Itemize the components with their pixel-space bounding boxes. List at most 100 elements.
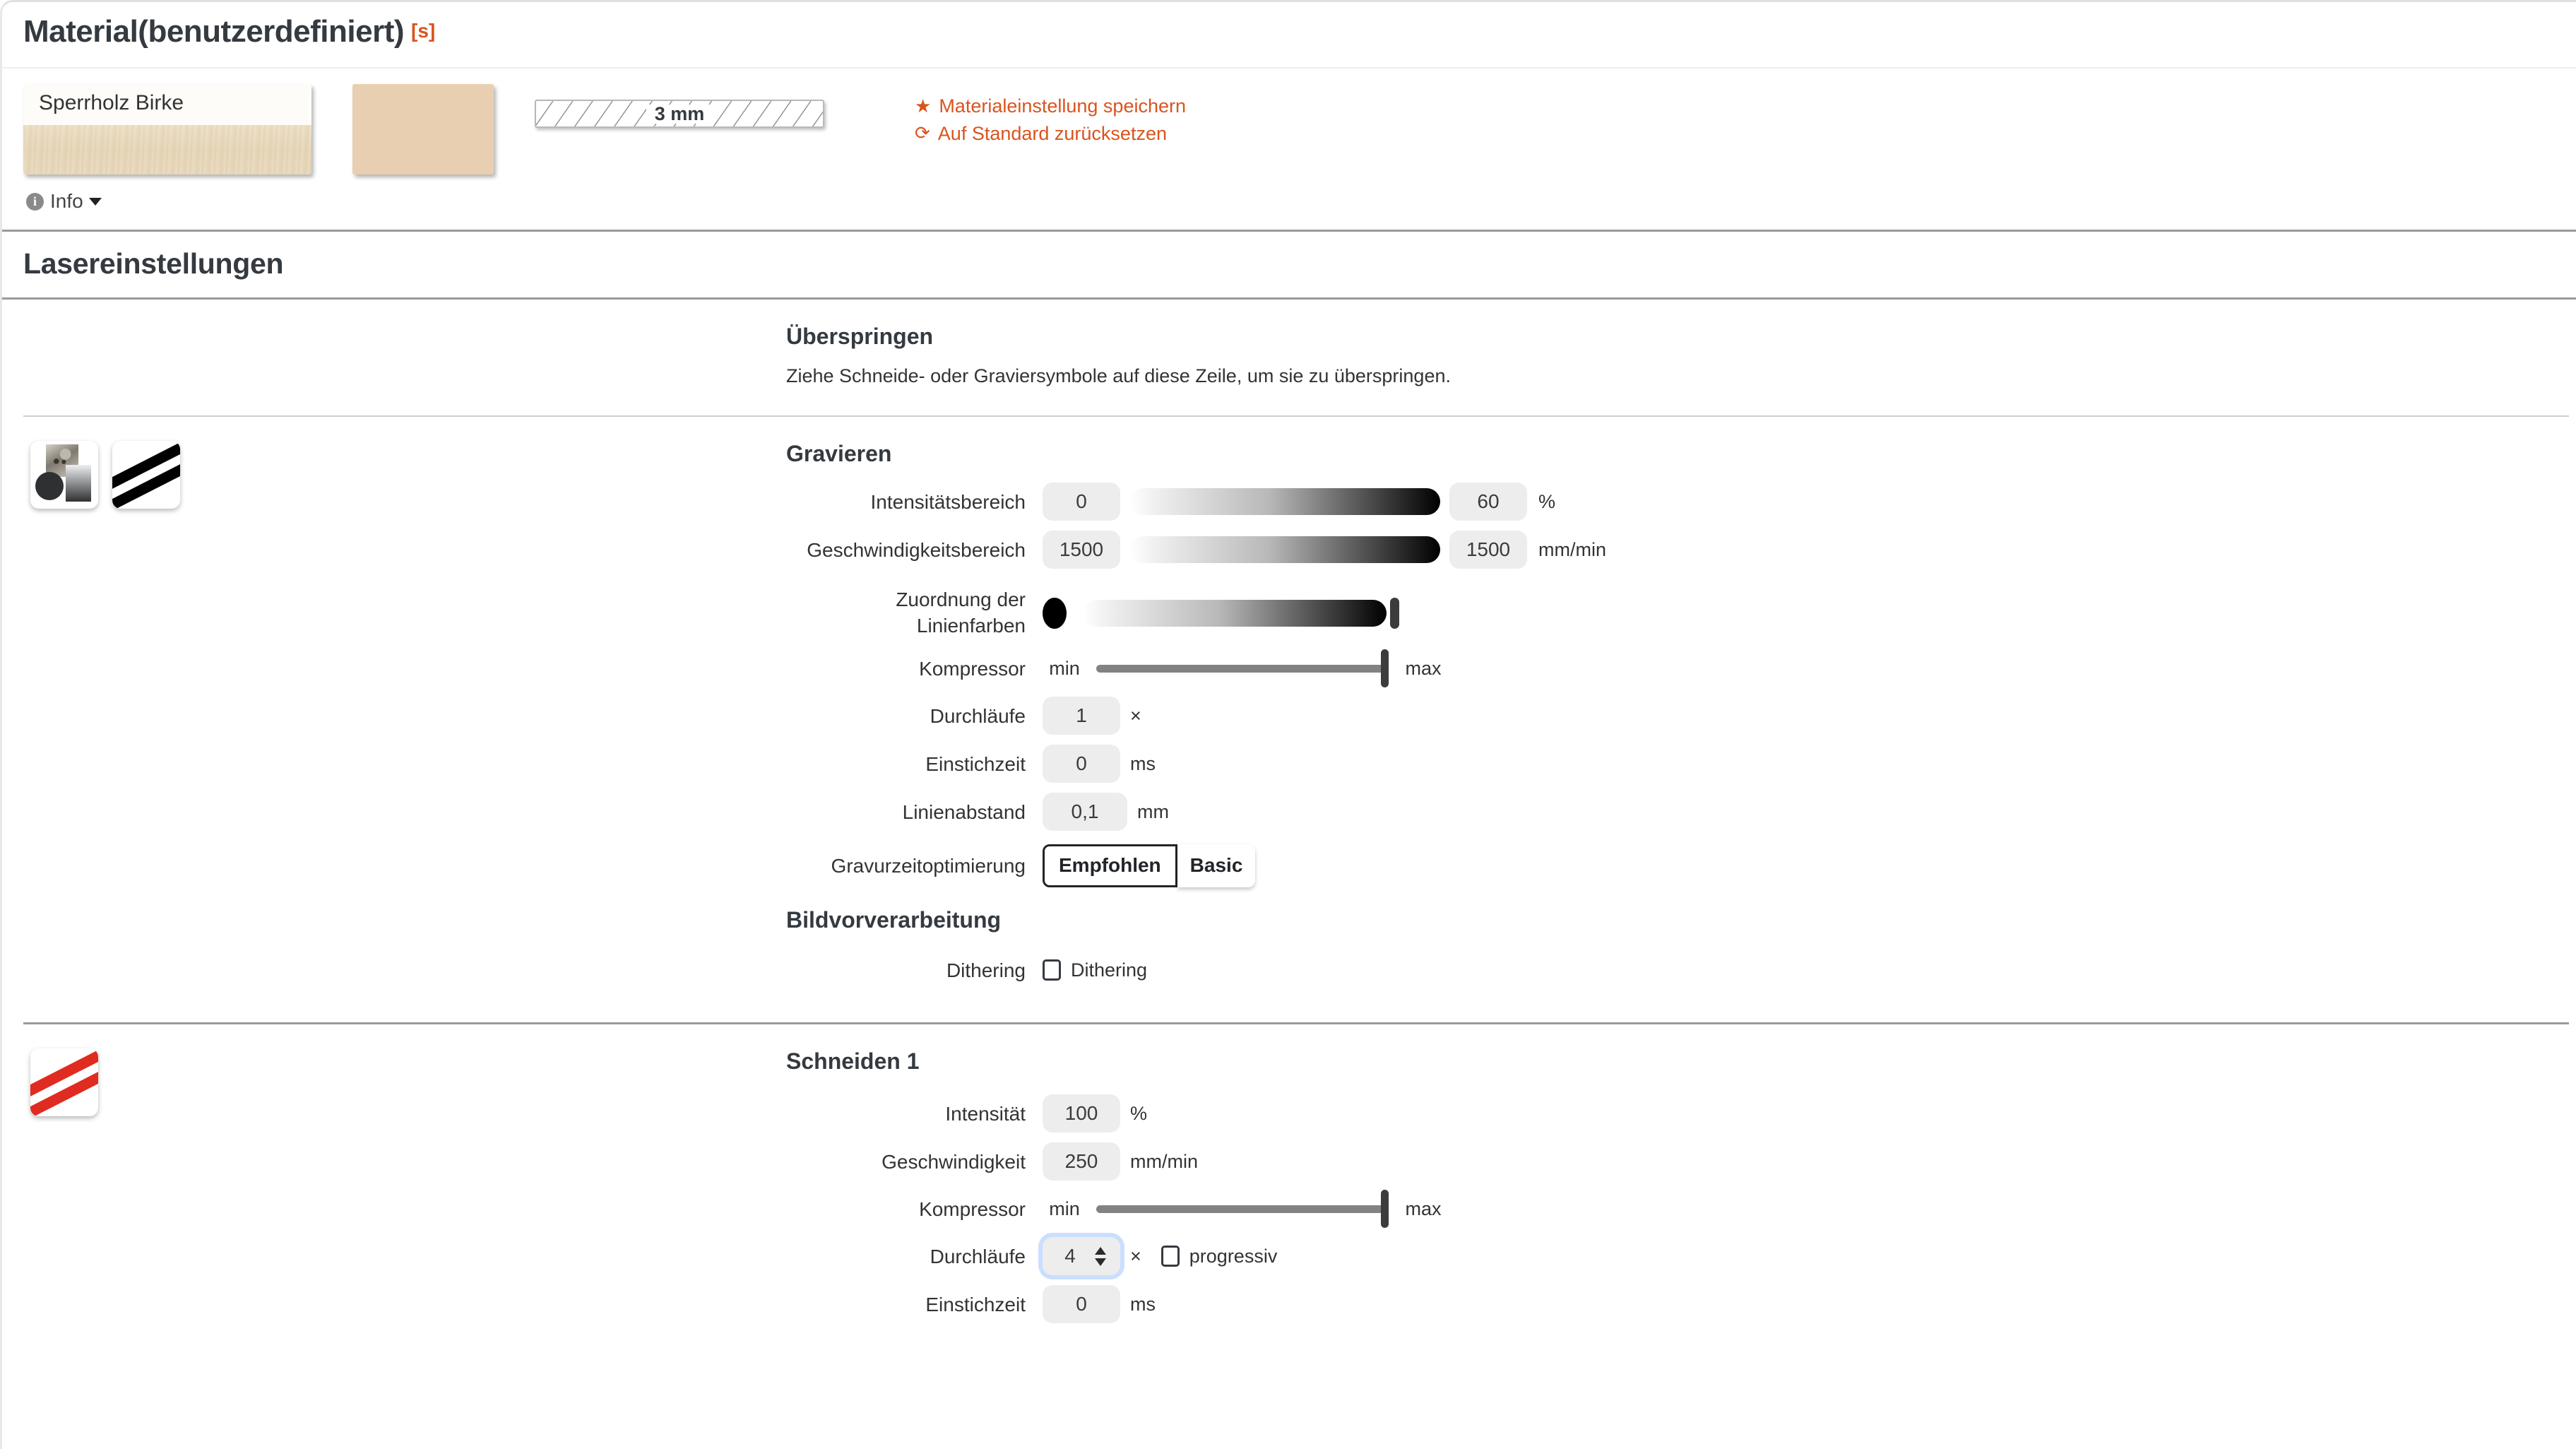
engrave-pierce-label: Einstichzeit xyxy=(925,752,1026,775)
cut-compressor-slider[interactable] xyxy=(1096,1189,1389,1228)
engrave-optimization-option-basic[interactable]: Basic xyxy=(1177,844,1256,887)
engrave-passes-input[interactable] xyxy=(1043,697,1120,735)
engrave-compressor-max-label: max xyxy=(1405,657,1442,679)
cut-passes-label: Durchläufe xyxy=(930,1245,1026,1267)
engrave-speed-row: Geschwindigkeitsbereich mm/min xyxy=(786,531,2576,569)
thickness-bar[interactable]: 3 mm xyxy=(535,100,824,129)
engrave-body: Gravieren Intensitätsbereich % Geschwind… xyxy=(786,417,2576,1022)
refresh-icon: ⟳ xyxy=(915,122,930,144)
circle-shape-icon xyxy=(35,472,64,501)
cut-passes-stepper[interactable] xyxy=(1043,1237,1120,1276)
skip-section: Überspringen Ziehe Schneide- oder Gravie… xyxy=(2,300,2576,415)
info-icon: i xyxy=(26,192,44,211)
cut-speed-input[interactable] xyxy=(1043,1142,1120,1181)
engrave-passes-label: Durchläufe xyxy=(930,704,1026,727)
cut-progressive-group: progressiv xyxy=(1161,1245,1278,1267)
cut-section: Schneiden 1 Intensität % Geschwindigkeit… xyxy=(2,1024,2576,1357)
engrave-pierce-unit: ms xyxy=(1130,752,1156,774)
engrave-optimization-row: Gravurzeitoptimierung Empfohlen Basic xyxy=(786,842,2576,889)
engrave-pierce-row: Einstichzeit ms xyxy=(786,745,2576,783)
red-stripes-icon xyxy=(30,1048,98,1117)
cut-stripes-icon[interactable] xyxy=(30,1048,98,1117)
material-thumbnail-card[interactable]: Sperrholz Birke xyxy=(23,84,311,175)
reset-to-default-link[interactable]: ⟳ Auf Standard zurücksetzen xyxy=(915,120,1186,147)
material-header: Material(benutzerdefiniert) [s] xyxy=(2,2,2576,67)
material-row: Sperrholz Birke 3 mm ★ Materialeinstellu… xyxy=(2,69,2576,175)
engrave-intensity-label: Intensitätsbereich xyxy=(870,490,1026,513)
material-settings-panel: Material(benutzerdefiniert) [s] Sperrholz… xyxy=(0,0,2576,1449)
engrave-compressor-slider[interactable] xyxy=(1096,649,1389,687)
cut-progressive-checkbox[interactable] xyxy=(1161,1246,1180,1267)
skip-section-body: Überspringen Ziehe Schneide- oder Gravie… xyxy=(786,300,2576,415)
cut-passes-input[interactable] xyxy=(1043,1237,1096,1276)
engrave-speed-label: Geschwindigkeitsbereich xyxy=(807,538,1026,561)
cut-pierce-unit: ms xyxy=(1130,1293,1156,1315)
cut-intensity-unit: % xyxy=(1130,1102,1148,1124)
cut-intensity-label: Intensität xyxy=(945,1102,1026,1125)
cut-speed-row: Geschwindigkeit mm/min xyxy=(786,1142,2576,1181)
dithering-checkbox[interactable] xyxy=(1043,959,1061,981)
engrave-line-spacing-row: Linienabstand mm xyxy=(786,793,2576,832)
engrave-color-mapping-gradient[interactable] xyxy=(1083,599,1387,627)
gradient-shape-icon xyxy=(66,465,91,502)
engrave-intensity-max-input[interactable] xyxy=(1449,483,1527,521)
info-label: Info xyxy=(50,190,83,213)
material-name-label: Sperrholz Birke xyxy=(39,91,184,115)
cut-compressor-max-label: max xyxy=(1405,1197,1442,1219)
engrave-compressor-min-label: min xyxy=(1049,657,1080,679)
engrave-stripes-icon[interactable] xyxy=(112,441,180,509)
engrave-color-mapping-handle[interactable] xyxy=(1390,597,1399,629)
cut-passes-spinner-arrows[interactable] xyxy=(1095,1246,1106,1266)
cut-compressor-row: Kompressor min max xyxy=(786,1189,2576,1228)
save-material-setting-link[interactable]: ★ Materialeinstellung speichern xyxy=(915,93,1186,119)
cut-pierce-row: Einstichzeit ms xyxy=(786,1285,2576,1324)
cut-compressor-knob[interactable] xyxy=(1381,1189,1389,1228)
engrave-optimization-label: Gravurzeitoptimierung xyxy=(831,854,1026,877)
black-stripes-icon xyxy=(112,441,180,509)
save-material-setting-label: Materialeinstellung speichern xyxy=(939,95,1187,117)
engrave-line-spacing-input[interactable] xyxy=(1043,793,1127,832)
cut-speed-label: Geschwindigkeit xyxy=(882,1150,1026,1173)
cut-pierce-input[interactable] xyxy=(1043,1285,1120,1324)
cut-speed-unit: mm/min xyxy=(1130,1150,1198,1172)
cut-passes-row: Durchläufe × progressiv xyxy=(786,1237,2576,1276)
thickness-value: 3 mm xyxy=(646,104,713,124)
engrave-speed-min-input[interactable] xyxy=(1043,531,1120,569)
engrave-compressor-label: Kompressor xyxy=(919,657,1026,680)
engrave-speed-max-input[interactable] xyxy=(1449,531,1527,569)
preprocessing-title: Bildvorverarbeitung xyxy=(786,907,1002,933)
engrave-color-mapping-row: Zuordnung der Linienfarben xyxy=(786,587,2576,639)
engrave-line-spacing-label: Linienabstand xyxy=(902,800,1026,823)
skip-section-dropzone[interactable] xyxy=(2,300,786,415)
engrave-compressor-knob[interactable] xyxy=(1381,649,1389,687)
engrave-intensity-min-input[interactable] xyxy=(1043,483,1120,521)
cut-body: Schneiden 1 Intensität % Geschwindigkeit… xyxy=(786,1024,2576,1357)
engrave-section: Gravieren Intensitätsbereich % Geschwind… xyxy=(2,417,2576,1022)
info-toggle[interactable]: i Info xyxy=(2,175,102,230)
laser-settings-heading: Lasereinstellungen xyxy=(23,247,284,280)
material-wood-texture xyxy=(23,125,311,175)
stepper-up-icon[interactable] xyxy=(1095,1246,1106,1255)
engrave-compressor-row: Kompressor min max xyxy=(786,649,2576,687)
engrave-color-mapping-label: Zuordnung der Linienfarben xyxy=(896,589,1026,637)
dithering-checkbox-label: Dithering xyxy=(1071,959,1148,981)
material-color-swatch[interactable] xyxy=(352,84,494,175)
cut-title: Schneiden 1 xyxy=(786,1048,920,1075)
engrave-intensity-gradient-slider[interactable] xyxy=(1129,488,1440,516)
engrave-optimization-option-recommended[interactable]: Empfohlen xyxy=(1043,844,1177,887)
dithering-row: Dithering Dithering xyxy=(786,952,2576,988)
dithering-label: Dithering xyxy=(946,959,1026,981)
engrave-pierce-input[interactable] xyxy=(1043,745,1120,783)
engrave-speed-gradient-slider[interactable] xyxy=(1129,536,1440,564)
cut-intensity-input[interactable] xyxy=(1043,1094,1120,1133)
engrave-intensity-row: Intensitätsbereich % xyxy=(786,483,2576,521)
thickness-widget[interactable]: 3 mm xyxy=(535,84,824,129)
chevron-down-icon xyxy=(88,197,102,206)
cut-progressive-label: progressiv xyxy=(1189,1245,1278,1267)
line-color-swatch-icon[interactable] xyxy=(1043,597,1067,629)
engrave-intensity-unit: % xyxy=(1538,490,1556,512)
cut-icons xyxy=(2,1024,786,1357)
stepper-down-icon[interactable] xyxy=(1095,1258,1106,1266)
engrave-image-icon[interactable] xyxy=(30,441,98,509)
page-title: Material(benutzerdefiniert) xyxy=(23,14,405,49)
